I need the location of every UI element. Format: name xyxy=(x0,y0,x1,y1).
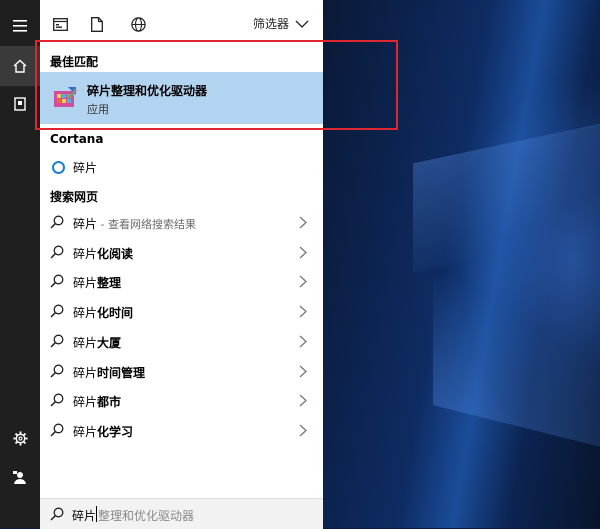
hamburger-menu-button[interactable] xyxy=(0,6,40,46)
document-icon xyxy=(91,16,103,32)
chevron-right-icon[interactable] xyxy=(299,365,307,378)
chevron-right-icon[interactable] xyxy=(299,335,307,348)
search-icon xyxy=(50,304,64,318)
highlight-frame xyxy=(35,40,398,130)
search-icon xyxy=(50,334,64,348)
web-results-hint: - 查看网络搜索结果 xyxy=(97,218,196,231)
left-rail xyxy=(0,0,40,528)
text-caret xyxy=(96,506,97,522)
web-filter-button[interactable] xyxy=(128,14,148,34)
filter-label: 筛选器 xyxy=(252,17,289,31)
query-prefix: 碎片 xyxy=(73,276,98,290)
query-prefix: 碎片 xyxy=(73,306,98,320)
query-prefix: 碎片 xyxy=(73,366,98,380)
query-prefix: 碎片 xyxy=(73,247,98,261)
apps-icon xyxy=(52,17,68,31)
search-icon xyxy=(50,393,64,407)
notebook-icon xyxy=(14,97,26,111)
query-completion: 化阅读 xyxy=(97,247,134,261)
documents-filter-button[interactable] xyxy=(87,14,107,34)
web-search-item[interactable]: 碎片 - 查看网络搜索结果 xyxy=(40,208,323,237)
chevron-right-icon[interactable] xyxy=(299,216,307,229)
search-icon xyxy=(50,215,64,229)
cortana-result-label: 碎片 xyxy=(73,161,98,175)
apps-filter-button[interactable] xyxy=(50,14,70,34)
settings-button[interactable] xyxy=(0,418,40,458)
web-search-heading: 搜索网页 xyxy=(50,190,99,204)
feedback-button[interactable] xyxy=(0,458,40,498)
chevron-down-icon xyxy=(295,20,309,28)
wallpaper-light-beam xyxy=(433,275,600,455)
query-prefix: 碎片 xyxy=(73,425,98,439)
search-icon xyxy=(50,423,64,437)
chevron-right-icon[interactable] xyxy=(299,305,307,318)
chevron-right-icon[interactable] xyxy=(299,394,307,407)
web-search-item[interactable]: 碎片大厦 xyxy=(40,327,323,356)
web-search-item[interactable]: 碎片化学习 xyxy=(40,416,323,445)
cortana-ring-icon xyxy=(52,161,65,174)
search-icon xyxy=(50,274,64,288)
hamburger-menu-icon xyxy=(13,20,27,32)
web-search-item-label: 碎片大厦 xyxy=(73,334,121,351)
web-search-item[interactable]: 碎片化阅读 xyxy=(40,238,323,267)
wallpaper-light-beam xyxy=(413,116,600,274)
cortana-heading: Cortana xyxy=(50,132,104,146)
web-search-item-label: 碎片化时间 xyxy=(73,304,133,321)
query-prefix: 碎片 xyxy=(73,217,98,231)
home-icon xyxy=(13,59,27,73)
search-input-text: 碎片 xyxy=(72,509,97,523)
filter-dropdown[interactable]: 筛选器 xyxy=(253,15,309,32)
settings-gear-icon xyxy=(12,430,28,446)
home-button[interactable] xyxy=(0,46,40,86)
web-search-item[interactable]: 碎片时间管理 xyxy=(40,357,323,386)
chevron-right-icon[interactable] xyxy=(299,246,307,259)
query-completion: 都市 xyxy=(97,395,122,409)
web-search-item[interactable]: 碎片化时间 xyxy=(40,297,323,326)
query-completion: 化时间 xyxy=(97,306,134,320)
query-completion: 化学习 xyxy=(97,425,134,439)
web-search-item-label: 碎片整理 xyxy=(73,274,121,291)
search-icon xyxy=(50,364,64,378)
chevron-right-icon[interactable] xyxy=(299,424,307,437)
query-completion: 整理 xyxy=(97,276,122,290)
web-search-item-label: 碎片化学习 xyxy=(73,423,133,440)
web-search-item[interactable]: 碎片整理 xyxy=(40,267,323,296)
web-search-item-label: 碎片 - 查看网络搜索结果 xyxy=(73,215,196,232)
notebook-button[interactable] xyxy=(0,84,40,124)
query-prefix: 碎片 xyxy=(73,336,98,350)
search-icon xyxy=(50,507,64,521)
query-prefix: 碎片 xyxy=(73,395,98,409)
search-autocomplete-suggestion: 整理和优化驱动器 xyxy=(98,509,195,523)
web-search-item[interactable]: 碎片都市 xyxy=(40,386,323,415)
web-search-item-label: 碎片化阅读 xyxy=(73,245,133,262)
search-box[interactable]: 碎片 整理和优化驱动器 xyxy=(40,498,323,529)
feedback-icon xyxy=(13,471,26,484)
web-search-item-label: 碎片时间管理 xyxy=(73,364,145,381)
query-completion: 大厦 xyxy=(97,336,122,350)
query-completion: 时间管理 xyxy=(97,366,146,380)
search-icon xyxy=(50,245,64,259)
cortana-result[interactable]: 碎片 xyxy=(40,154,323,180)
web-icon xyxy=(130,16,146,32)
chevron-right-icon[interactable] xyxy=(299,275,307,288)
web-search-item-label: 碎片都市 xyxy=(73,393,121,410)
